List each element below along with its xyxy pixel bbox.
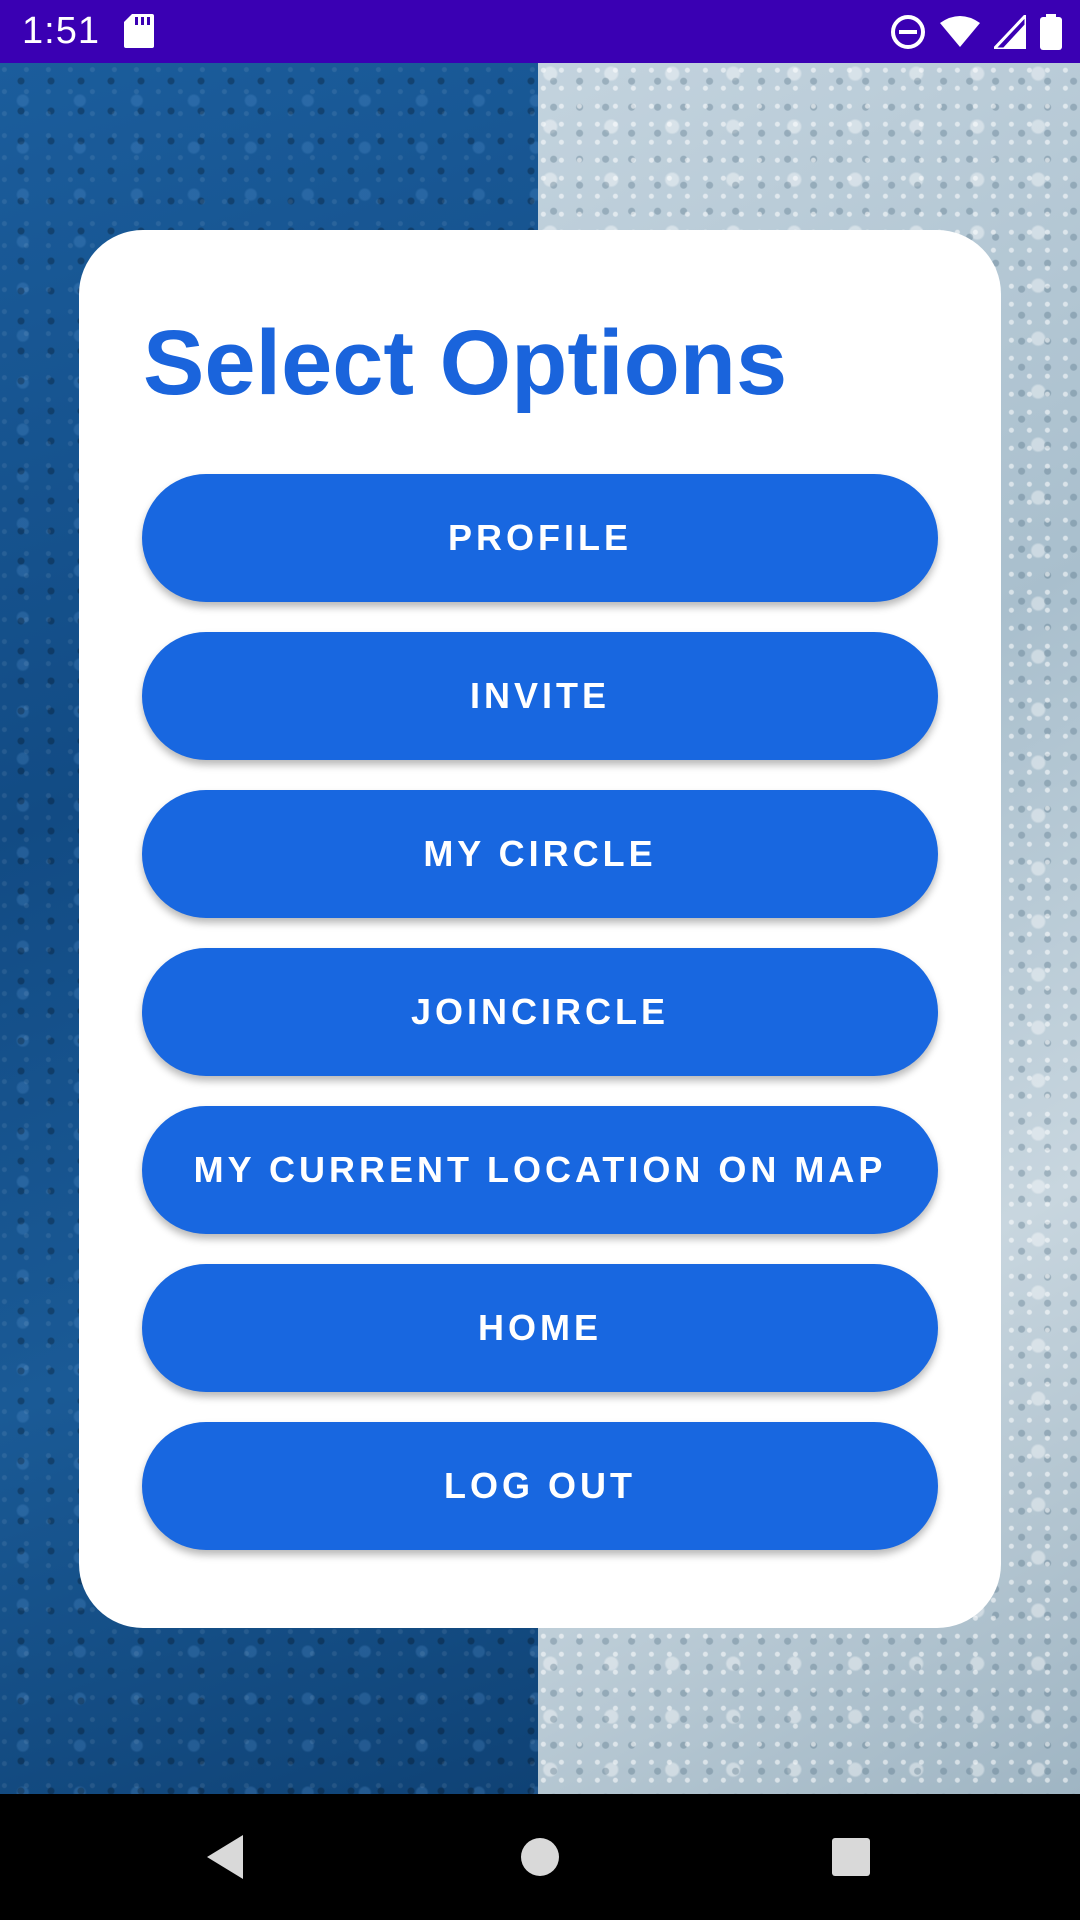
page-title: Select Options	[143, 312, 788, 414]
sd-card-icon	[124, 14, 154, 53]
status-bar: 1:51	[0, 0, 1080, 63]
wifi-icon	[940, 16, 980, 48]
screen: 1:51 Select Options PROFILE INVITE MY CI…	[0, 0, 1080, 1920]
status-time: 1:51	[22, 10, 100, 52]
back-icon[interactable]	[192, 1824, 258, 1890]
current-location-button[interactable]: MY CURRENT LOCATION ON MAP	[142, 1106, 938, 1234]
home-button[interactable]: HOME	[142, 1264, 938, 1392]
cellular-signal-icon	[994, 15, 1026, 49]
options-card: Select Options PROFILE INVITE MY CIRCLE …	[79, 230, 1001, 1628]
do-not-disturb-icon	[890, 14, 926, 50]
status-icons	[890, 12, 1062, 52]
join-circle-button[interactable]: JOINCIRCLE	[142, 948, 938, 1076]
recents-icon[interactable]	[818, 1824, 884, 1890]
profile-button[interactable]: PROFILE	[142, 474, 938, 602]
navigation-bar	[0, 1794, 1080, 1920]
my-circle-button[interactable]: MY CIRCLE	[142, 790, 938, 918]
logout-button[interactable]: LOG OUT	[142, 1422, 938, 1550]
battery-icon	[1040, 14, 1062, 50]
invite-button[interactable]: INVITE	[142, 632, 938, 760]
home-icon[interactable]	[507, 1824, 573, 1890]
